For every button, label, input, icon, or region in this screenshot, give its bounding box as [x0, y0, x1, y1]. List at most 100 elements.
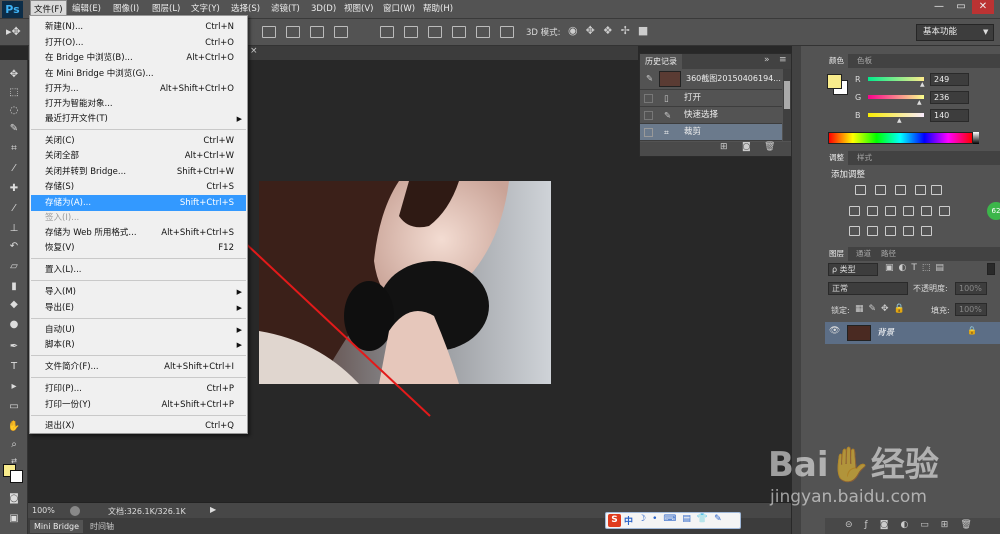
- menu-item-export[interactable]: 导出(E) ▶: [31, 300, 246, 316]
- photo-filter-adjust-icon[interactable]: [903, 206, 914, 216]
- r-slider-handle[interactable]: ▲: [920, 81, 925, 88]
- g-slider[interactable]: [868, 95, 924, 99]
- menu-item-print-one[interactable]: 打印一份(Y) Alt+Shift+Ctrl+P: [31, 397, 246, 413]
- history-state[interactable]: ✎ 快速选择: [640, 107, 782, 124]
- menu-item-new[interactable]: 新建(N)... Ctrl+N: [31, 19, 246, 35]
- tab-paths[interactable]: 路径: [877, 247, 900, 261]
- ime-toolbar[interactable]: S 中 ☽•⌨▤👕✎: [605, 512, 741, 529]
- layer-filter-icons[interactable]: ▣◐T⬚▤: [885, 263, 949, 273]
- menu-item-automate[interactable]: 自动(U) ▶: [31, 322, 246, 338]
- menu-item-save[interactable]: 存储(S) Ctrl+S: [31, 179, 246, 195]
- menu-item-scripts[interactable]: 脚本(R) ▶: [31, 337, 246, 353]
- gradient-map-adjust-icon[interactable]: [903, 226, 914, 236]
- color-spectrum-ramp[interactable]: [828, 132, 973, 144]
- levels-adjust-icon[interactable]: [875, 185, 886, 195]
- tab-swatches[interactable]: 色板: [853, 54, 876, 68]
- color-fg-swatch-front[interactable]: [827, 74, 842, 89]
- menu-item-close[interactable]: 关闭(C) Ctrl+W: [31, 133, 246, 149]
- ime-tool-icons[interactable]: ☽•⌨▤👕✎: [638, 514, 728, 524]
- marquee-tool-icon[interactable]: ⬚: [6, 86, 22, 100]
- path-select-tool-icon[interactable]: ▸: [6, 380, 22, 394]
- tab-mini-bridge[interactable]: Mini Bridge: [30, 520, 84, 533]
- tab-color[interactable]: 颜色: [825, 54, 848, 68]
- history-checkbox[interactable]: [644, 94, 653, 103]
- lasso-tool-icon[interactable]: ◌: [6, 104, 22, 118]
- scrollbar-thumb[interactable]: [784, 81, 790, 109]
- history-brush-tool-icon[interactable]: ↶: [6, 240, 22, 254]
- menu-item-open[interactable]: 打开(O)... Ctrl+O: [31, 35, 246, 51]
- pen-tool-icon[interactable]: ✒: [6, 340, 22, 354]
- menu-item-revert[interactable]: 恢复(V) F12: [31, 240, 246, 256]
- threshold-adjust-icon[interactable]: [885, 226, 896, 236]
- menu-item-open-as[interactable]: 打开为... Alt+Shift+Ctrl+O: [31, 81, 246, 97]
- quick-mask-icon[interactable]: ◙: [6, 492, 22, 506]
- history-state-selected[interactable]: ⌗ 裁剪: [640, 124, 782, 141]
- history-state[interactable]: ▯ 打开: [640, 90, 782, 107]
- new-document-icon[interactable]: ⊞: [720, 142, 728, 152]
- layer-row-background[interactable]: 👁 背景 🔒: [825, 322, 1000, 344]
- healing-tool-icon[interactable]: ✚: [6, 182, 22, 196]
- panel-menu-icon[interactable]: ≡: [779, 55, 787, 65]
- ime-chinese-mode[interactable]: 中: [624, 514, 633, 527]
- fill-field[interactable]: 100%: [955, 303, 987, 316]
- blur-tool-icon[interactable]: ◆: [6, 298, 22, 312]
- trash-icon[interactable]: 🗑: [764, 142, 775, 152]
- background-color-swatch[interactable]: [10, 470, 23, 483]
- hand-tool-icon[interactable]: ✋: [6, 420, 22, 434]
- tab-timeline[interactable]: 时间轴: [86, 520, 118, 533]
- layer-name[interactable]: 背景: [877, 326, 894, 338]
- history-checkbox[interactable]: [644, 128, 653, 137]
- tab-history[interactable]: 历史记录: [640, 54, 682, 69]
- gradient-tool-icon[interactable]: ▮: [6, 280, 22, 294]
- history-snapshot[interactable]: ✎ 360截图20150406194...: [640, 69, 782, 90]
- color-lookup-adjust-icon[interactable]: [939, 206, 950, 216]
- screen-mode-icon[interactable]: ▣: [6, 512, 22, 526]
- move-tool-icon[interactable]: ✥: [6, 68, 22, 82]
- channel-mixer-adjust-icon[interactable]: [921, 206, 932, 216]
- curves-adjust-icon[interactable]: [895, 185, 906, 195]
- opacity-field[interactable]: 100%: [955, 282, 987, 295]
- menu-item-close-go-bridge[interactable]: 关闭并转到 Bridge... Shift+Ctrl+W: [31, 164, 246, 180]
- selective-color-adjust-icon[interactable]: [921, 226, 932, 236]
- hue-sat-adjust-icon[interactable]: [849, 206, 860, 216]
- zoom-level[interactable]: 100%: [32, 506, 55, 515]
- menu-item-save-for-web[interactable]: 存储为 Web 所用格式... Alt+Shift+Ctrl+S: [31, 225, 246, 241]
- menu-item-browse-bridge[interactable]: 在 Bridge 中浏览(B)... Alt+Ctrl+O: [31, 50, 246, 66]
- layer-footer-icons[interactable]: ⊝ƒ◙◐▭⊞🗑: [845, 520, 984, 530]
- tab-styles[interactable]: 样式: [853, 151, 876, 165]
- color-balance-adjust-icon[interactable]: [867, 206, 878, 216]
- tab-layers[interactable]: 图层: [825, 247, 848, 261]
- type-tool-icon[interactable]: T: [6, 360, 22, 374]
- crop-tool-icon[interactable]: ⌗: [6, 142, 22, 156]
- menu-item-print[interactable]: 打印(P)... Ctrl+P: [31, 381, 246, 397]
- history-scrollbar[interactable]: [783, 69, 791, 141]
- menu-item-save-as[interactable]: 存储为(A)... Shift+Ctrl+S: [31, 195, 246, 211]
- g-slider-handle[interactable]: ▲: [917, 99, 922, 106]
- g-value[interactable]: 236: [930, 91, 969, 104]
- menu-item-import[interactable]: 导入(M) ▶: [31, 284, 246, 300]
- menu-item-recent-files[interactable]: 最近打开文件(T) ▶: [31, 111, 246, 127]
- r-slider[interactable]: [868, 77, 924, 81]
- speed-badge[interactable]: 62: [987, 202, 1000, 220]
- history-brush-source-icon[interactable]: ✎: [646, 71, 653, 88]
- tab-adjustments[interactable]: 调整: [825, 151, 848, 165]
- eye-visibility-icon[interactable]: 👁: [829, 326, 840, 336]
- black-white-adjust-icon[interactable]: [885, 206, 896, 216]
- stamp-tool-icon[interactable]: ⊥: [6, 222, 22, 236]
- b-slider-handle[interactable]: ▲: [897, 117, 902, 124]
- tab-channels[interactable]: 通道: [852, 247, 875, 261]
- brightness-adjust-icon[interactable]: [855, 185, 866, 195]
- eraser-tool-icon[interactable]: ▱: [6, 260, 22, 274]
- menu-item-close-all[interactable]: 关闭全部 Alt+Ctrl+W: [31, 148, 246, 164]
- status-arrow-icon[interactable]: ▶: [210, 505, 216, 514]
- b-slider[interactable]: [868, 113, 924, 117]
- snapshot-camera-icon[interactable]: ◙: [742, 142, 751, 152]
- filter-toggle[interactable]: [987, 263, 995, 275]
- collapse-icon[interactable]: »: [764, 55, 770, 65]
- vibrance-adjust-icon[interactable]: [931, 185, 942, 195]
- menu-item-place[interactable]: 置入(L)...: [31, 262, 246, 278]
- posterize-adjust-icon[interactable]: [867, 226, 878, 236]
- b-value[interactable]: 140: [930, 109, 969, 122]
- blend-mode-select[interactable]: 正常: [828, 282, 908, 295]
- menu-item-browse-mini-bridge[interactable]: 在 Mini Bridge 中浏览(G)...: [31, 66, 246, 82]
